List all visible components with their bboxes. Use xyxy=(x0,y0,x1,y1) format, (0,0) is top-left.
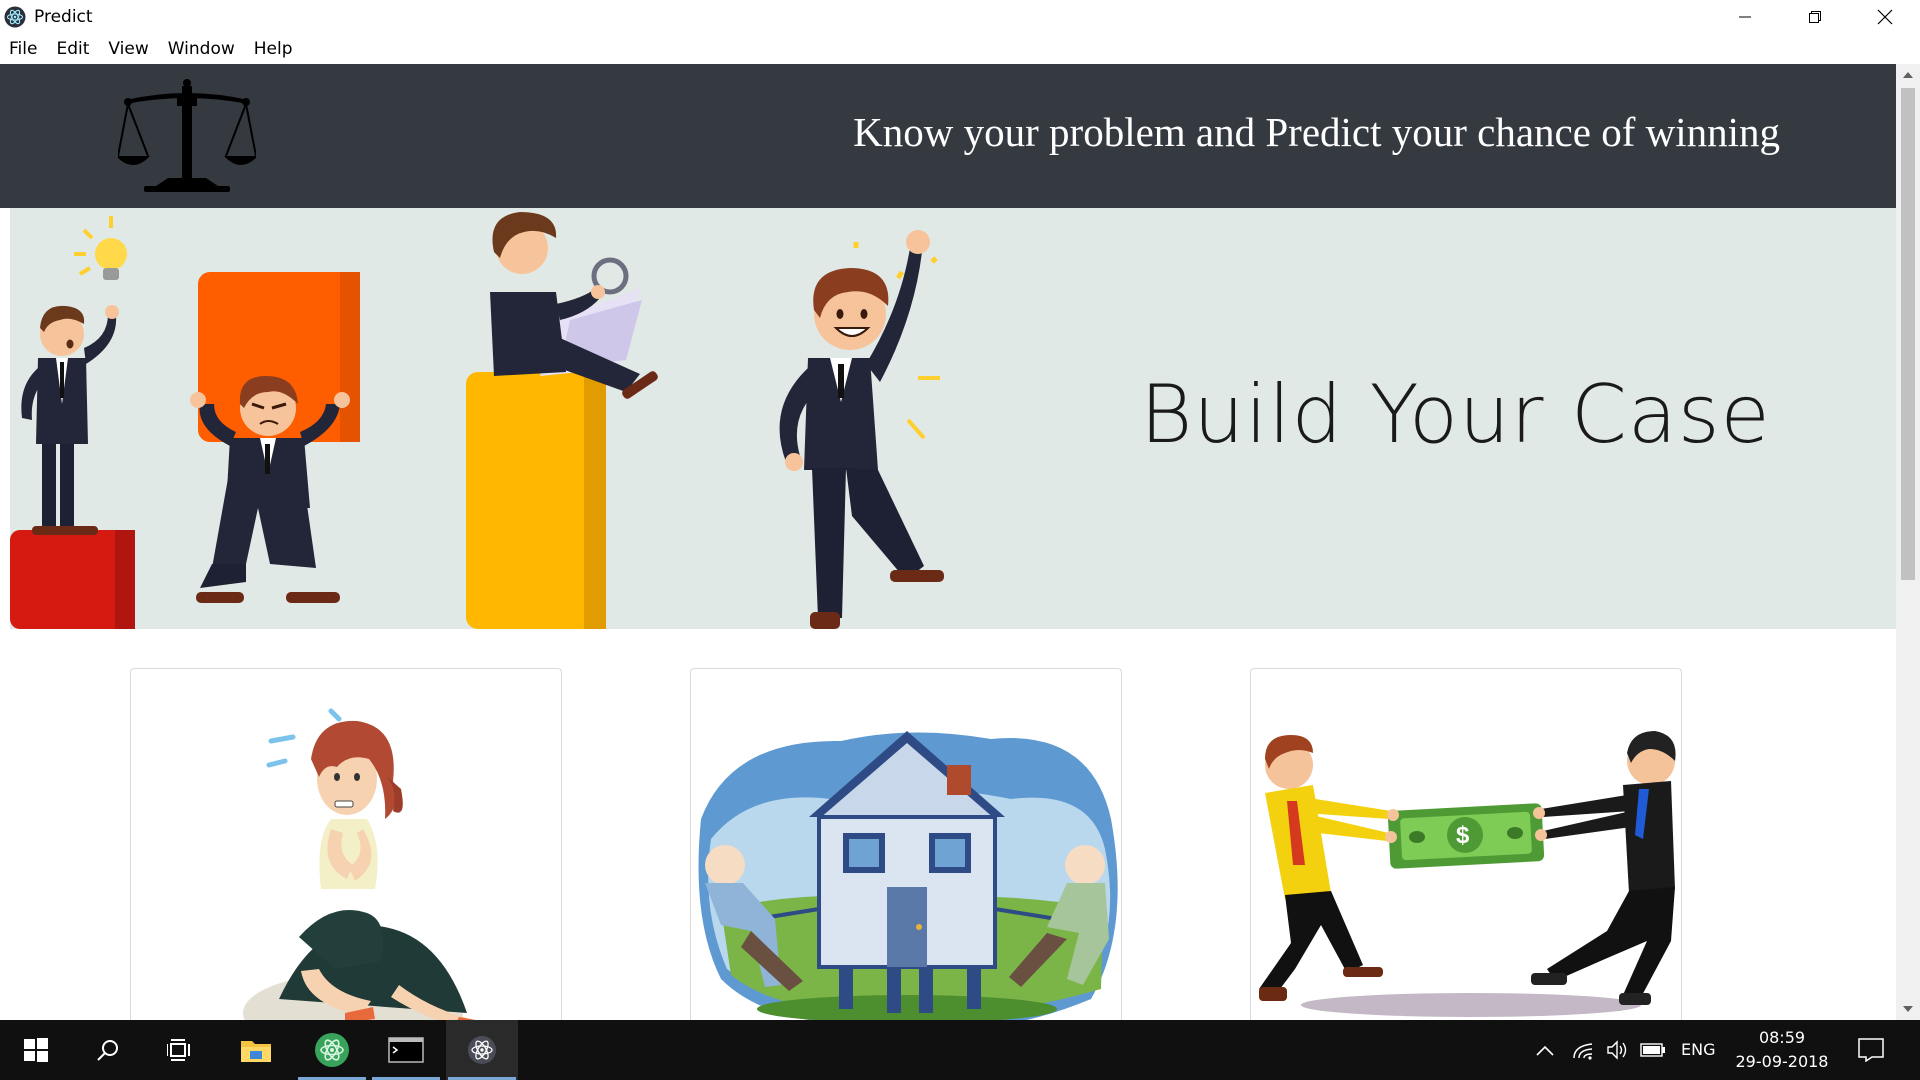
chevron-down-icon xyxy=(1903,1006,1913,1012)
header-tagline: Know your problem and Predict your chanc… xyxy=(853,109,1780,155)
svg-text:$: $ xyxy=(1456,822,1470,849)
hero-banner: Build Your Case xyxy=(0,208,1896,629)
taskbar-file-explorer[interactable] xyxy=(220,1020,292,1080)
menu-help[interactable]: Help xyxy=(254,39,293,59)
page-header: Know your problem and Predict your chanc… xyxy=(0,64,1896,208)
atom-app-icon xyxy=(315,1033,349,1067)
close-icon xyxy=(1877,9,1893,25)
menu-bar: File Edit View Window Help xyxy=(0,34,1920,64)
notification-icon[interactable] xyxy=(1858,1038,1884,1062)
chevron-up-icon[interactable] xyxy=(1536,1044,1554,1056)
scroll-down-button[interactable] xyxy=(1896,998,1920,1020)
case-card-3[interactable]: $ xyxy=(1250,668,1682,1020)
window-controls xyxy=(1710,0,1920,34)
reading-man-figure xyxy=(490,212,658,399)
search-icon xyxy=(97,1040,118,1061)
electron-atom-icon xyxy=(4,6,26,28)
task-view-button[interactable] xyxy=(144,1020,216,1080)
lightbulb-icon xyxy=(74,216,127,280)
worried-woman-illustration xyxy=(243,708,476,1020)
hero-left-edge xyxy=(0,208,10,629)
menu-view[interactable]: View xyxy=(108,39,148,59)
windows-logo-icon xyxy=(24,1038,48,1062)
celebrating-man-figure xyxy=(779,230,944,629)
menu-edit[interactable]: Edit xyxy=(56,39,89,59)
thinking-man-figure xyxy=(21,305,119,535)
scroll-up-button[interactable] xyxy=(1896,64,1920,86)
scroll-thumb[interactable] xyxy=(1901,88,1915,580)
taskbar-predict-app[interactable] xyxy=(446,1020,518,1080)
minimize-button[interactable] xyxy=(1710,0,1780,34)
money-tug-of-war-illustration: $ xyxy=(1259,731,1676,1017)
start-button[interactable] xyxy=(0,1020,72,1080)
menu-file[interactable]: File xyxy=(9,39,37,59)
task-view-icon xyxy=(167,1039,190,1061)
wifi-icon[interactable] xyxy=(1572,1040,1594,1060)
restore-icon xyxy=(1809,11,1821,23)
restore-button[interactable] xyxy=(1780,0,1850,34)
lifting-man-figure xyxy=(190,376,350,603)
language-indicator[interactable]: ENG xyxy=(1681,1040,1715,1059)
clock-date: 29-09-2018 xyxy=(1735,1052,1829,1071)
scales-of-justice-icon xyxy=(118,79,256,192)
system-clock[interactable]: 08:59 29-09-2018 xyxy=(1730,1026,1834,1074)
clock-time: 08:59 xyxy=(1758,1028,1806,1047)
case-card-2[interactable] xyxy=(690,668,1122,1020)
window-title: Predict xyxy=(34,7,93,27)
taskbar-atom-app[interactable] xyxy=(296,1020,368,1080)
case-card-1[interactable] xyxy=(130,668,562,1020)
terminal-icon xyxy=(388,1037,424,1063)
folder-icon xyxy=(241,1041,271,1062)
app-content: Know your problem and Predict your chanc… xyxy=(0,64,1896,1020)
vertical-scrollbar[interactable] xyxy=(1896,64,1920,1020)
search-button[interactable] xyxy=(72,1020,144,1080)
menu-window[interactable]: Window xyxy=(168,39,235,59)
property-dispute-illustration xyxy=(698,731,1118,1020)
hero-title: Build Your Case xyxy=(1140,368,1771,461)
business-characters-illustration xyxy=(10,212,944,629)
volume-icon[interactable] xyxy=(1606,1040,1628,1060)
chevron-up-icon xyxy=(1903,72,1913,78)
battery-icon[interactable] xyxy=(1640,1042,1666,1058)
electron-atom-icon xyxy=(468,1036,496,1064)
windows-taskbar: ENG 08:59 29-09-2018 xyxy=(0,1020,1920,1080)
taskbar-terminal[interactable] xyxy=(370,1020,442,1080)
close-button[interactable] xyxy=(1850,0,1920,34)
title-bar: Predict xyxy=(0,0,1920,34)
minimize-icon xyxy=(1739,16,1751,18)
